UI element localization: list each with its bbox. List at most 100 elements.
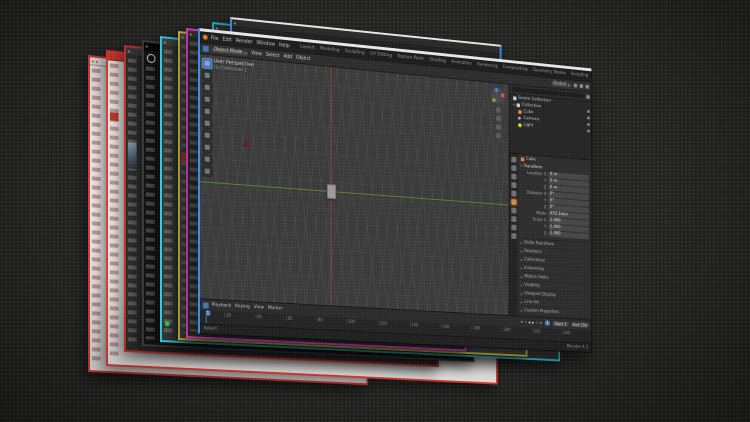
- pan-hand-icon[interactable]: [496, 115, 501, 121]
- jump-to-end-button[interactable]: »: [539, 320, 542, 326]
- mode-dropdown[interactable]: Object Mode▾: [212, 47, 249, 56]
- tool-select-box-icon[interactable]: [202, 57, 213, 69]
- play-reverse-button[interactable]: ◂: [528, 319, 530, 325]
- tool-extrude-icon[interactable]: [202, 165, 213, 177]
- topbar-menu-item[interactable]: File: [211, 35, 219, 42]
- expand-caret-icon: ▸: [521, 274, 523, 279]
- tool-cursor-icon[interactable]: [202, 69, 213, 81]
- visibility-eye-icon[interactable]: [587, 116, 590, 119]
- gizmo-x-axis-icon[interactable]: [501, 93, 504, 97]
- collection-icon: [517, 103, 520, 107]
- tool-annotate-icon[interactable]: [202, 129, 213, 141]
- workspace-tab[interactable]: Animation: [449, 59, 473, 68]
- frame-end-field[interactable]: End 250: [571, 322, 589, 328]
- jump-to-start-button[interactable]: «: [520, 319, 523, 325]
- minimize-icon[interactable]: [96, 60, 98, 62]
- close-icon[interactable]: [110, 55, 112, 57]
- frame-start-field[interactable]: Start 1: [553, 321, 568, 327]
- panel-label: Collections: [524, 257, 545, 263]
- visibility-eye-icon[interactable]: [587, 110, 590, 113]
- editor-type-icon[interactable]: [203, 45, 209, 52]
- dark-triangle-object[interactable]: [242, 138, 250, 147]
- viewport-area[interactable]: User Perspective (1) Collection 1: [200, 54, 509, 315]
- panel-label: Custom Properties: [524, 308, 559, 315]
- tool-measure-icon[interactable]: [202, 141, 213, 153]
- viewport-menu-item[interactable]: Select: [266, 52, 280, 58]
- topbar-menu-item[interactable]: Edit: [223, 36, 232, 43]
- tool-add-cube-icon[interactable]: [202, 153, 213, 165]
- tool-rotate-icon[interactable]: [202, 93, 213, 105]
- workspace-tab[interactable]: Shading: [428, 56, 448, 65]
- workspace-tab[interactable]: Modeling: [318, 45, 341, 54]
- viewport-menu-item[interactable]: View: [251, 51, 262, 57]
- playhead[interactable]: 1: [206, 310, 207, 323]
- topbar-menu-item[interactable]: Render: [236, 37, 253, 45]
- gizmo-y-axis-icon[interactable]: [492, 98, 495, 102]
- object-properties-tab-icon[interactable]: [511, 199, 516, 205]
- panel-label: Instancing: [524, 266, 544, 272]
- visibility-eye-icon[interactable]: [587, 123, 590, 126]
- properties-tab-strip: [510, 154, 519, 316]
- expand-caret-icon: ▸: [521, 299, 523, 304]
- constraints-properties-tab-icon[interactable]: [511, 225, 516, 231]
- close-icon[interactable]: [234, 22, 236, 24]
- expand-caret-icon[interactable]: ▾: [513, 102, 515, 107]
- timeline-editor-type-icon[interactable]: [203, 302, 209, 308]
- play-button[interactable]: ▸: [532, 320, 534, 326]
- viewport-menu-item[interactable]: Object: [296, 55, 311, 61]
- close-icon[interactable]: [164, 41, 166, 43]
- close-icon[interactable]: [216, 27, 218, 29]
- frame-tick: 120: [378, 320, 387, 325]
- workspace-tab[interactable]: Scripting: [569, 71, 590, 80]
- prev-keyframe-button[interactable]: ‹: [525, 319, 527, 325]
- default-cube[interactable]: [327, 184, 336, 199]
- filter-icon[interactable]: [586, 95, 589, 99]
- modifier-properties-tab-icon[interactable]: [511, 208, 516, 214]
- overlays-icon[interactable]: [586, 85, 589, 89]
- zoom-icon[interactable]: [496, 107, 501, 113]
- visibility-eye-icon[interactable]: [587, 129, 590, 132]
- world-properties-tab-icon[interactable]: [511, 191, 516, 197]
- data-properties-tab-icon[interactable]: [511, 233, 516, 239]
- viewport-menu-item[interactable]: Add: [283, 54, 292, 60]
- camera-view-icon[interactable]: [496, 124, 501, 130]
- physics-properties-tab-icon[interactable]: [511, 216, 516, 222]
- render-properties-tab-icon[interactable]: [511, 157, 516, 163]
- blender-window[interactable]: FileEditRenderWindowHelp LayoutModelingS…: [198, 28, 592, 353]
- blender-logo-icon[interactable]: [203, 34, 208, 39]
- close-icon[interactable]: [146, 45, 148, 47]
- workspace-tab[interactable]: Rendering: [475, 61, 499, 70]
- view-layer-properties-tab-icon[interactable]: [511, 174, 516, 180]
- workspace-tab[interactable]: Layout: [298, 43, 316, 52]
- close-icon[interactable]: [182, 36, 184, 38]
- close-icon[interactable]: [128, 50, 130, 52]
- next-keyframe-button[interactable]: ›: [536, 320, 538, 326]
- timeline-menu-item[interactable]: Playback: [212, 303, 232, 309]
- status-right-text: Blender 4.3: [567, 344, 588, 350]
- scene-properties-tab-icon[interactable]: [511, 182, 516, 188]
- close-icon[interactable]: [190, 33, 192, 35]
- tool-transform-icon[interactable]: [202, 117, 213, 129]
- viewport-grid[interactable]: [200, 54, 509, 315]
- gizmo-z-axis-icon[interactable]: [495, 88, 498, 92]
- red-swatch-icon: [110, 112, 119, 121]
- timeline-menu-item[interactable]: View: [254, 305, 264, 311]
- output-properties-tab-icon[interactable]: [511, 165, 516, 171]
- current-frame-field[interactable]: 1: [545, 321, 551, 326]
- tool-move-icon[interactable]: [202, 81, 213, 93]
- workspace-tab[interactable]: Sculpting: [343, 48, 366, 57]
- close-icon[interactable]: [92, 60, 94, 62]
- timeline-menu-item[interactable]: Keying: [235, 304, 250, 310]
- timeline-menu-item[interactable]: Marker: [268, 306, 283, 312]
- snap-magnet-icon[interactable]: [574, 83, 577, 87]
- workspace-tab[interactable]: UV Editing: [368, 50, 393, 59]
- tool-scale-icon[interactable]: [202, 105, 213, 117]
- tool-column: [92, 68, 101, 365]
- photo-thumbnail: [128, 142, 137, 169]
- topbar-menu-item[interactable]: Help: [279, 42, 290, 49]
- proportional-editing-icon[interactable]: [580, 84, 583, 88]
- topbar-menu-item[interactable]: Window: [256, 39, 275, 47]
- orientation-dropdown[interactable]: Global▾: [551, 81, 571, 88]
- toggle-perspective-icon[interactable]: [496, 133, 501, 139]
- navigation-gizmo[interactable]: [490, 87, 504, 103]
